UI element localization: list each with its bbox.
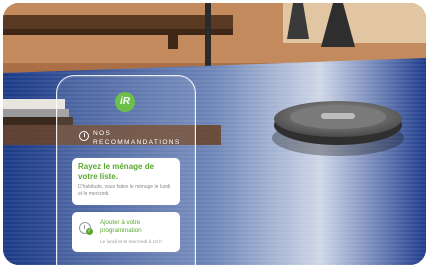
add-schedule-card[interactable]: ✓ Ajouter à votre programmation Le lundi… bbox=[72, 212, 180, 252]
recommendations-header: NOS RECOMMANDATIONS bbox=[79, 130, 181, 147]
phone-mockup: iR NOS RECOMMANDATIONS Rayez le ménage d… bbox=[56, 75, 196, 265]
schedule-suggestion-card[interactable]: Rayez le ménage de votre liste. D'habitu… bbox=[72, 158, 180, 205]
photo-frame: iR NOS RECOMMANDATIONS Rayez le ménage d… bbox=[3, 3, 426, 265]
schedule-suggestion-text: D'habitude, vous faites le ménage le lun… bbox=[78, 184, 171, 197]
schedule-suggestion-title: Rayez le ménage de votre liste. bbox=[78, 162, 155, 181]
check-icon: ✓ bbox=[86, 228, 93, 235]
clock-icon bbox=[79, 131, 89, 141]
irobot-logo: iR bbox=[115, 92, 135, 112]
recommendations-title: NOS RECOMMANDATIONS bbox=[93, 130, 181, 146]
add-schedule-title[interactable]: Ajouter à votre programmation bbox=[100, 219, 176, 234]
add-schedule-text: Le lundi et le mercredi à 10 h bbox=[100, 240, 162, 245]
